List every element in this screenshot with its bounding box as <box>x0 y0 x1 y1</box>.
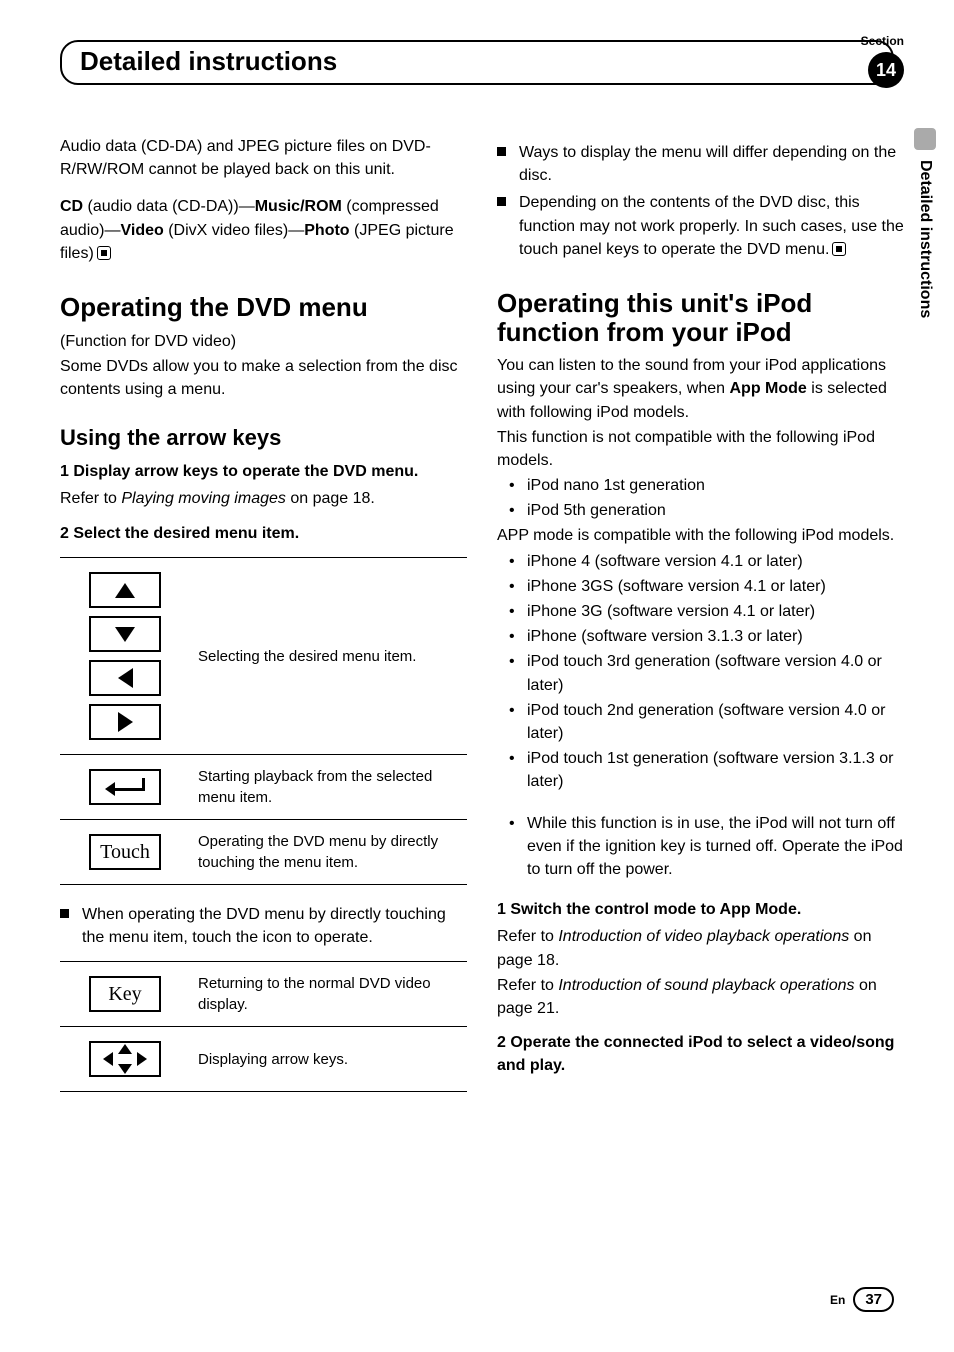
list-item: iPod touch 2nd generation (software vers… <box>497 699 904 745</box>
note-item: When operating the DVD menu by directly … <box>60 903 467 949</box>
table-row: Starting playback from the selected menu… <box>60 755 467 820</box>
key-table-1: Selecting the desired menu item. Startin… <box>60 557 467 885</box>
right-step-1-ref2: Refer to Introduction of sound playback … <box>497 974 904 1020</box>
list-item: iPod touch 3rd generation (software vers… <box>497 650 904 696</box>
footer-page-number: 37 <box>853 1287 894 1312</box>
note-list: When operating the DVD menu by directly … <box>60 903 467 949</box>
format-chain: CD (audio data (CD-DA))—Music/ROM (compr… <box>60 195 467 265</box>
enter-key-cell <box>60 755 190 820</box>
right-arrow-icon <box>89 704 161 740</box>
list-item: iPhone (software version 3.1.3 or later) <box>497 625 904 648</box>
intro-paragraph: Audio data (CD-DA) and JPEG picture file… <box>60 135 467 181</box>
power-note-list: While this function is in use, the iPod … <box>497 812 904 882</box>
list-item: iPhone 3GS (software version 4.1 or late… <box>497 575 904 598</box>
heading-dvd-menu: Operating the DVD menu <box>60 293 467 322</box>
table-row: Touch Operating the DVD menu by directly… <box>60 820 467 885</box>
section-label: Section <box>861 34 904 48</box>
dvd-menu-desc: Some DVDs allow you to make a selection … <box>60 355 467 401</box>
touch-key-cell: Touch <box>60 820 190 885</box>
side-tab-label: Detailed instructions <box>914 150 936 328</box>
right-step-1-ref1: Refer to Introduction of video playback … <box>497 925 904 971</box>
end-mark-icon <box>97 246 111 260</box>
list-item: iPod 5th generation <box>497 499 904 522</box>
touch-button-icon: Touch <box>89 834 161 870</box>
list-item: iPhone 3G (software version 4.1 or later… <box>497 600 904 623</box>
note-list-right: Ways to display the menu will differ dep… <box>497 141 904 261</box>
table-row: Key Returning to the normal DVD video di… <box>60 962 467 1027</box>
function-note: (Function for DVD video) <box>60 330 467 353</box>
list-item: iPod nano 1st generation <box>497 474 904 497</box>
arrow-keys-cell <box>60 558 190 755</box>
arrow-keys-desc: Selecting the desired menu item. <box>190 558 467 755</box>
note-item: Depending on the contents of the DVD dis… <box>497 191 904 261</box>
section-number-badge: 14 <box>868 52 904 88</box>
incompat-intro: This function is not compatible with the… <box>497 426 904 472</box>
page-footer: En 37 <box>830 1287 894 1312</box>
dpad-cell <box>60 1027 190 1092</box>
right-step-1: 1 Switch the control mode to App Mode. <box>497 899 904 921</box>
enter-key-desc: Starting playback from the selected menu… <box>190 755 467 820</box>
right-column: Ways to display the menu will differ dep… <box>497 135 904 1110</box>
right-step-2: 2 Operate the connected iPod to select a… <box>497 1032 904 1077</box>
compat-list: iPhone 4 (software version 4.1 or later)… <box>497 550 904 794</box>
heading-ipod: Operating this unit's iPod function from… <box>497 289 904 346</box>
page-header: Section Detailed instructions 14 <box>60 40 904 85</box>
down-arrow-icon <box>89 616 161 652</box>
key-button-icon: Key <box>89 976 161 1012</box>
table-row: Displaying arrow keys. <box>60 1027 467 1092</box>
compat-intro: APP mode is compatible with the followin… <box>497 524 904 547</box>
touch-key-desc: Operating the DVD menu by directly touch… <box>190 820 467 885</box>
note-item: Ways to display the menu will differ dep… <box>497 141 904 187</box>
chapter-title-container: Detailed instructions <box>60 40 894 85</box>
dpad-icon <box>89 1041 161 1077</box>
key-table-2: Key Returning to the normal DVD video di… <box>60 961 467 1092</box>
ipod-intro: You can listen to the sound from your iP… <box>497 354 904 424</box>
left-arrow-icon <box>89 660 161 696</box>
key-button-cell: Key <box>60 962 190 1027</box>
list-item: While this function is in use, the iPod … <box>497 812 904 882</box>
table-row: Selecting the desired menu item. <box>60 558 467 755</box>
step-1: 1 Display arrow keys to operate the DVD … <box>60 461 467 483</box>
enter-icon <box>89 769 161 805</box>
end-mark-icon <box>832 242 846 256</box>
list-item: iPhone 4 (software version 4.1 or later) <box>497 550 904 573</box>
up-arrow-icon <box>89 572 161 608</box>
step-1-ref: Refer to Playing moving images on page 1… <box>60 487 467 510</box>
left-column: Audio data (CD-DA) and JPEG picture file… <box>60 135 467 1110</box>
dpad-desc: Displaying arrow keys. <box>190 1027 467 1092</box>
step-2: 2 Select the desired menu item. <box>60 523 467 545</box>
heading-arrow-keys: Using the arrow keys <box>60 425 467 451</box>
list-item: iPod touch 1st generation (software vers… <box>497 747 904 793</box>
content-columns: Audio data (CD-DA) and JPEG picture file… <box>60 135 904 1110</box>
chapter-title: Detailed instructions <box>80 46 874 77</box>
incompat-list: iPod nano 1st generation iPod 5th genera… <box>497 474 904 522</box>
footer-language: En <box>830 1293 845 1307</box>
key-button-desc: Returning to the normal DVD video displa… <box>190 962 467 1027</box>
side-tab-accent <box>914 128 936 150</box>
